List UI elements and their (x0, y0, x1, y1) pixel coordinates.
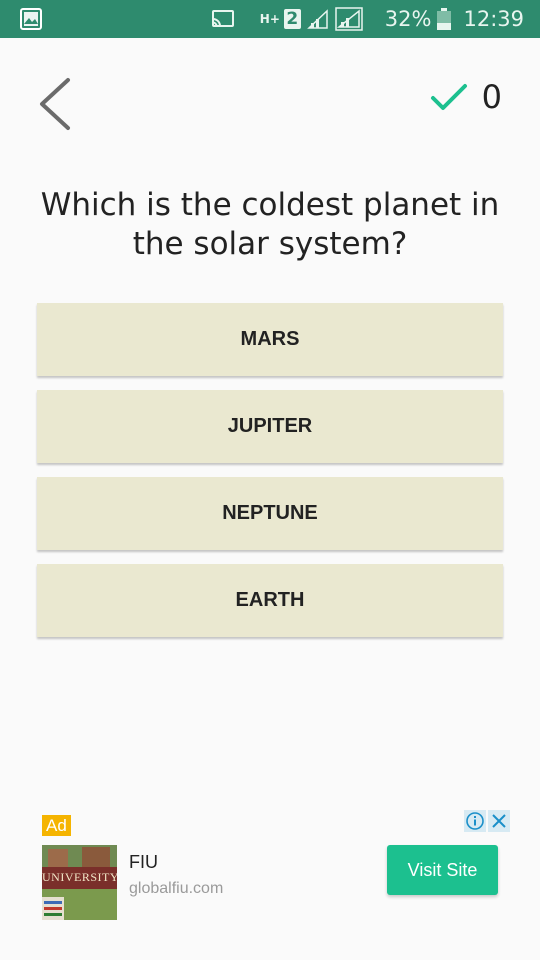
chevron-left-icon (40, 78, 70, 130)
signal-icon (306, 9, 328, 29)
sim-slot-badge: 2 (283, 9, 301, 29)
ad-info-button[interactable] (464, 810, 486, 832)
signal-icon-2 (335, 7, 363, 31)
battery-icon (437, 8, 452, 30)
ad-controls (464, 810, 510, 832)
status-bar: H+ 2 32% 12:39 (0, 0, 540, 38)
answer-button-neptune[interactable]: NEPTUNE (37, 477, 503, 550)
ad-close-button[interactable] (488, 810, 510, 832)
ad-badge: Ad (42, 815, 71, 836)
checkmark-icon (430, 84, 467, 110)
visit-site-button[interactable]: Visit Site (387, 845, 498, 895)
info-icon (466, 812, 484, 830)
back-button[interactable] (30, 74, 80, 134)
question-text: Which is the coldest planet in the solar… (40, 187, 500, 262)
network-type-label: H+ (259, 11, 280, 26)
ad-image-text: UNIVERSITY (42, 870, 117, 884)
ad-url[interactable]: globalfiu.com (129, 880, 223, 898)
score-indicator: 0 (430, 78, 502, 116)
close-icon (492, 814, 506, 828)
gallery-icon (20, 8, 42, 30)
clock: 12:39 (463, 7, 524, 31)
cast-icon (211, 10, 234, 27)
ad-title[interactable]: FIU (129, 852, 158, 873)
answer-button-mars[interactable]: MARS (37, 303, 503, 376)
ad-image[interactable]: UNIVERSITY (42, 845, 117, 920)
answer-list: MARS JUPITER NEPTUNE EARTH (37, 303, 503, 651)
answer-button-earth[interactable]: EARTH (37, 564, 503, 637)
battery-percent: 32% (384, 7, 432, 31)
score-count: 0 (481, 78, 502, 116)
answer-button-jupiter[interactable]: JUPITER (37, 390, 503, 463)
